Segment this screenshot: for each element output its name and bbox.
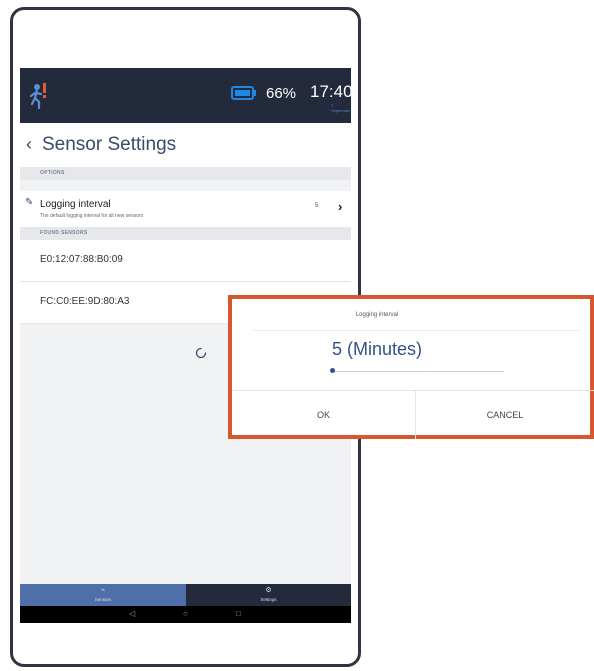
pencil-icon: ✎ <box>25 197 34 208</box>
logging-interval-row[interactable]: ✎ Logging interval The default logging i… <box>20 191 351 227</box>
clock: 17:40 <box>310 82 351 101</box>
tab-sensors-label: Sensors <box>94 597 112 602</box>
logging-interval-value: 5 <box>315 203 319 209</box>
options-section-header: OPTIONS <box>20 167 351 180</box>
status-bar: 66% 17:40 7 September <box>20 68 351 123</box>
battery-icon <box>231 86 256 100</box>
clock-date: 7 September <box>331 103 351 113</box>
tab-settings-label: Settings <box>260 597 277 602</box>
system-recents-icon[interactable]: □ <box>236 609 241 618</box>
sensor-address: FC:C0:EE:9D:80:A3 <box>40 296 130 307</box>
chart-icon: ⌁ <box>100 587 106 594</box>
system-home-icon[interactable]: ○ <box>183 609 188 618</box>
tab-sensors[interactable]: ⌁ Sensors <box>20 584 186 606</box>
sensor-row[interactable]: E0:12:07:88:B0:09 <box>20 240 351 282</box>
loading-spinner-icon <box>195 347 207 359</box>
found-sensors-section-label: FOUND SENSORS <box>40 230 88 236</box>
page-title: Sensor Settings <box>42 134 177 155</box>
logging-interval-dialog: Logging interval 5 (Minutes) OK CANCEL <box>228 295 594 439</box>
gear-icon: ⚙ <box>265 587 272 594</box>
cancel-button[interactable]: CANCEL <box>416 391 594 439</box>
slider-handle[interactable] <box>329 368 335 373</box>
system-back-icon[interactable]: ◁ <box>129 609 135 618</box>
dialog-divider <box>252 330 582 331</box>
found-sensors-section-header: FOUND SENSORS <box>20 227 351 240</box>
logging-interval-description: The default logging interval for all new… <box>40 213 144 219</box>
chevron-right-icon: › <box>338 199 343 214</box>
bottom-navigation: ⌁ Sensors ⚙ Settings <box>20 584 351 606</box>
ok-button[interactable]: OK <box>232 391 415 439</box>
interval-slider[interactable] <box>332 371 504 372</box>
system-navigation-bar: ◁ ○ □ <box>20 606 351 623</box>
sensor-address: E0:12:07:88:B0:09 <box>40 254 123 265</box>
dialog-title: Logging interval <box>355 312 399 318</box>
tab-settings[interactable]: ⚙ Settings <box>186 584 351 606</box>
battery-percent: 66% <box>266 85 297 102</box>
app-logo-icon <box>29 83 46 110</box>
options-section-label: OPTIONS <box>40 170 65 176</box>
logging-interval-label: Logging interval <box>40 199 111 210</box>
dialog-value: 5 (Minutes) <box>331 339 423 359</box>
page-header: ‹ Sensor Settings <box>20 123 351 167</box>
back-chevron-icon[interactable]: ‹ <box>26 134 32 155</box>
